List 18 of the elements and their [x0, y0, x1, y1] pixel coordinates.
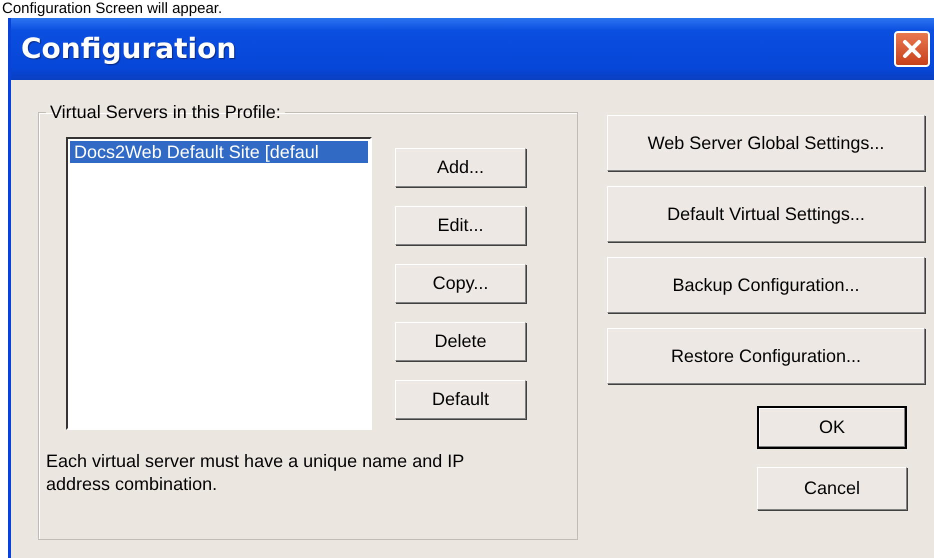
caption-text: Configuration Screen will appear. [2, 0, 222, 17]
list-item[interactable]: Docs2Web Default Site [defaul [70, 141, 368, 163]
action-button[interactable]: Default [395, 380, 526, 419]
action-button[interactable]: Add... [395, 148, 526, 187]
ok-button[interactable]: OK [757, 406, 907, 449]
cancel-button[interactable]: Cancel [757, 467, 907, 510]
settings-button[interactable]: Web Server Global Settings... [607, 115, 925, 171]
close-button[interactable] [894, 31, 930, 67]
action-button[interactable]: Delete [395, 322, 526, 361]
action-button[interactable]: Edit... [395, 206, 526, 245]
close-icon [902, 39, 922, 59]
group-label: Virtual Servers in this Profile: [49, 101, 282, 124]
settings-button[interactable]: Default Virtual Settings... [607, 186, 925, 242]
note-text: Each virtual server must have a unique name and IP address combination. [46, 450, 465, 496]
action-button[interactable]: Copy... [395, 264, 526, 303]
settings-button[interactable]: Backup Configuration... [607, 257, 925, 313]
window-title: Configuration [21, 31, 236, 67]
settings-button[interactable]: Restore Configuration... [607, 328, 925, 384]
